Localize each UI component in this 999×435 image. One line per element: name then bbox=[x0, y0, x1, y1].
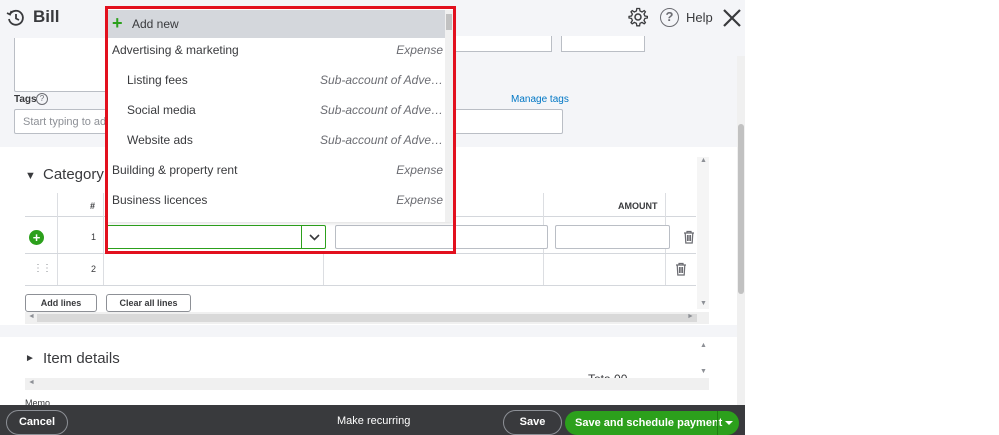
add-new-label: Add new bbox=[132, 17, 179, 31]
terms-field[interactable] bbox=[455, 36, 552, 52]
category-account-select[interactable] bbox=[106, 225, 326, 249]
dropdown-option[interactable]: Social media Sub-account of Adve… bbox=[108, 95, 445, 125]
scroll-left-icon[interactable]: ◄ bbox=[28, 379, 35, 386]
history-icon[interactable] bbox=[6, 8, 26, 28]
caret-down-icon bbox=[725, 421, 733, 425]
scroll-up-icon[interactable]: ▲ bbox=[700, 342, 707, 349]
scroll-up-icon[interactable]: ▲ bbox=[700, 157, 707, 164]
option-type: Sub-account of Adve… bbox=[320, 103, 443, 117]
trash-icon[interactable] bbox=[682, 230, 696, 244]
description-input[interactable] bbox=[335, 225, 548, 249]
option-name: Building & property rent bbox=[112, 163, 238, 177]
option-name: Social media bbox=[127, 103, 196, 117]
gear-icon[interactable] bbox=[628, 7, 648, 27]
make-recurring-button[interactable]: Make recurring bbox=[337, 415, 410, 427]
drag-handle-icon[interactable]: ⋮⋮ bbox=[33, 263, 52, 274]
scrollbar-thumb[interactable] bbox=[738, 124, 744, 294]
option-type: Expense bbox=[396, 163, 443, 177]
save-and-schedule-payment-button[interactable]: Save and schedule payment bbox=[565, 411, 739, 435]
dropdown-option[interactable]: Website ads Sub-account of Adve… bbox=[108, 125, 445, 155]
bill-date-field[interactable] bbox=[561, 36, 645, 52]
cancel-button[interactable]: Cancel bbox=[6, 410, 68, 435]
scroll-down-icon[interactable]: ▼ bbox=[700, 300, 707, 307]
empty-area bbox=[745, 0, 999, 435]
option-name: Website ads bbox=[127, 133, 193, 147]
page-title: Bill bbox=[33, 7, 60, 26]
scrollbar-thumb[interactable] bbox=[446, 14, 452, 30]
category-horizontal-scrollbar[interactable] bbox=[25, 312, 709, 324]
scroll-right-icon[interactable]: ► bbox=[687, 313, 694, 320]
dropdown-option[interactable]: Advertising & marketing Expense bbox=[108, 35, 445, 65]
add-new-option[interactable]: + Add new bbox=[108, 10, 445, 38]
item-horizontal-scrollbar[interactable] bbox=[25, 378, 709, 390]
dropdown-option[interactable]: Building & property rent Expense bbox=[108, 155, 445, 185]
add-row-icon[interactable]: + bbox=[29, 230, 44, 245]
add-lines-button[interactable]: Add lines bbox=[25, 294, 97, 312]
trash-icon[interactable] bbox=[674, 262, 688, 276]
item-details-panel bbox=[0, 337, 745, 405]
clear-all-lines-button[interactable]: Clear all lines bbox=[106, 294, 191, 312]
manage-tags-link[interactable]: Manage tags bbox=[511, 94, 569, 105]
category-vertical-scrollbar[interactable] bbox=[697, 157, 709, 309]
option-type: Expense bbox=[396, 43, 443, 57]
column-header-amount: AMOUNT bbox=[618, 201, 658, 211]
save-options-dropdown[interactable] bbox=[717, 411, 739, 435]
row-number: 1 bbox=[91, 232, 97, 242]
help-button[interactable]: Help bbox=[686, 10, 713, 25]
help-icon[interactable]: ? bbox=[660, 8, 679, 27]
plus-icon: + bbox=[112, 13, 123, 33]
scroll-left-icon[interactable]: ◄ bbox=[28, 313, 35, 320]
table-row bbox=[25, 254, 696, 286]
bill-window: Bill ? Help Tags ? Manage tags Start typ… bbox=[0, 0, 745, 435]
chevron-down-icon bbox=[309, 234, 320, 241]
option-name: Business licences bbox=[112, 193, 208, 207]
close-icon[interactable] bbox=[720, 6, 744, 30]
scrollbar-thumb[interactable] bbox=[37, 314, 697, 322]
tags-label: Tags bbox=[14, 94, 37, 105]
dropdown-option[interactable]: Listing fees Sub-account of Adve… bbox=[108, 65, 445, 95]
option-type: Expense bbox=[396, 193, 443, 207]
item-details-title[interactable]: Item details bbox=[43, 350, 120, 367]
option-type: Sub-account of Adve… bbox=[320, 73, 443, 87]
option-name: Advertising & marketing bbox=[112, 43, 239, 57]
amount-input[interactable] bbox=[555, 225, 670, 249]
tags-help-icon[interactable]: ? bbox=[36, 93, 48, 105]
expand-arrow-icon[interactable]: ► bbox=[25, 353, 35, 364]
scroll-down-icon[interactable]: ▼ bbox=[700, 368, 707, 375]
collapse-arrow-icon[interactable]: ▼ bbox=[25, 170, 36, 182]
category-account-dropdown: + Add new Advertising & marketing Expens… bbox=[108, 8, 453, 222]
dropdown-scrollbar[interactable] bbox=[445, 10, 453, 222]
option-name: Listing fees bbox=[127, 73, 188, 87]
chevron-down-icon[interactable] bbox=[301, 225, 326, 249]
column-header-number: # bbox=[90, 201, 96, 211]
dropdown-option[interactable]: Business licences Expense bbox=[108, 185, 445, 215]
row-number: 2 bbox=[91, 264, 97, 274]
main-vertical-scrollbar[interactable] bbox=[737, 56, 745, 405]
option-type: Sub-account of Adve… bbox=[320, 133, 443, 147]
save-button[interactable]: Save bbox=[503, 410, 562, 435]
category-details-title[interactable]: Category bbox=[43, 166, 104, 183]
